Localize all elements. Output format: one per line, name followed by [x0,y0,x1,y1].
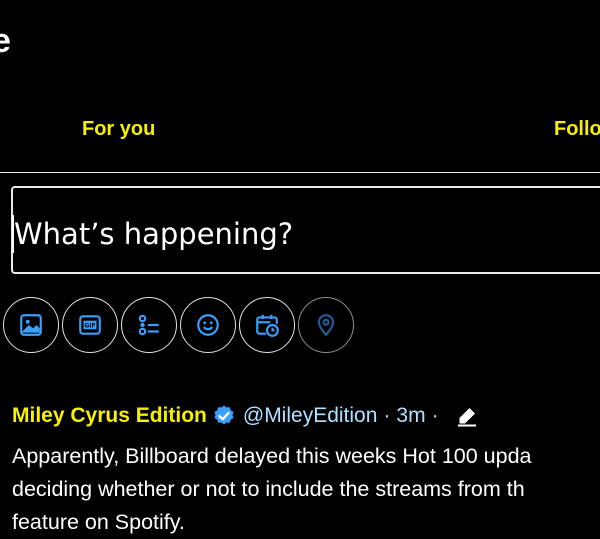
tweet-timestamp[interactable]: 3m [396,404,425,428]
emoji-icon [197,314,219,336]
compose-input[interactable] [14,212,594,256]
location-button[interactable] [298,297,354,353]
tweet-text-line: Apparently, Billboard delayed this weeks… [12,444,532,468]
edit-icon[interactable] [455,404,479,428]
gif-icon: GIF [79,315,101,335]
svg-text:GIF: GIF [84,322,95,329]
poll-icon [138,314,159,336]
location-icon [317,314,335,337]
tweet-header: Miley Cyrus Edition @MileyEdition · 3m · [12,404,479,428]
tabs-divider [0,172,600,173]
image-icon [20,314,42,336]
tab-following[interactable]: Follo [554,118,600,141]
author-handle[interactable]: @MileyEdition [243,404,378,428]
emoji-button[interactable] [180,297,236,353]
separator-dot: · [431,404,439,427]
gif-button[interactable]: GIF [62,297,118,353]
tweet-text-line: feature on Spotify. [12,510,185,534]
schedule-icon [256,314,279,337]
media-button[interactable] [3,297,59,353]
schedule-button[interactable] [239,297,295,353]
text-caret [12,215,14,253]
author-name[interactable]: Miley Cyrus Edition [12,404,207,428]
tweet-text-line: deciding whether or not to include the s… [12,477,525,501]
tweet-text: Apparently, Billboard delayed this weeks… [12,440,600,539]
tab-for-you[interactable]: For you [82,118,155,141]
verified-badge-icon [214,405,234,425]
poll-button[interactable] [121,297,177,353]
page-title: e [0,22,11,60]
separator-dot: · [383,404,391,427]
